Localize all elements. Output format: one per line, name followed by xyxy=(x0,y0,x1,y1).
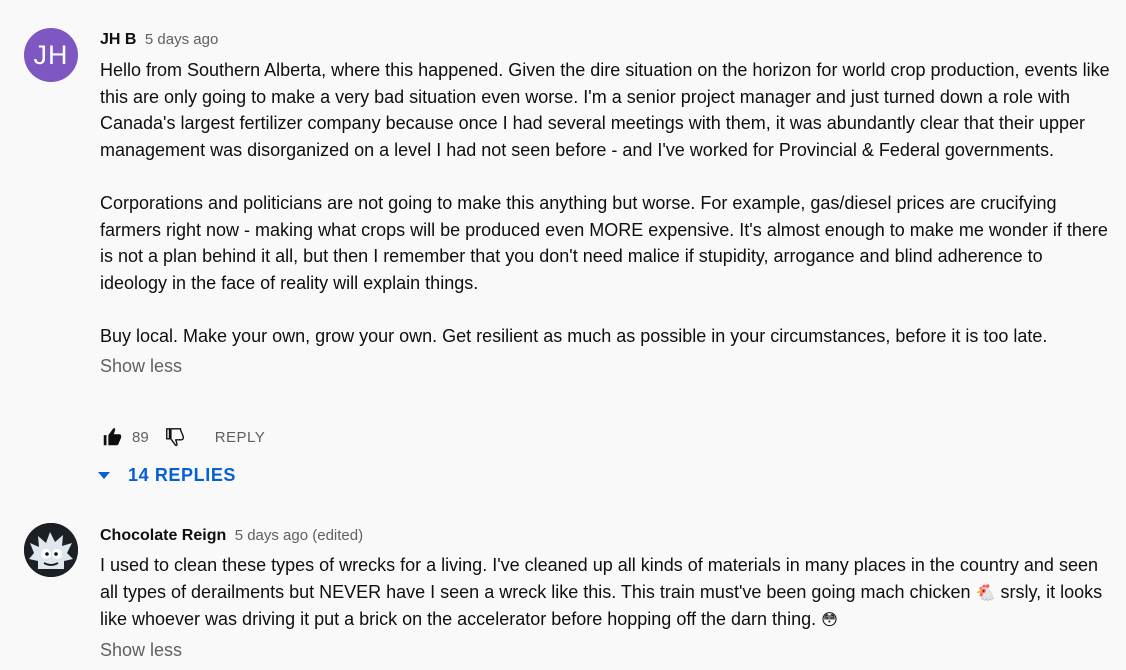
comment-body: JH B 5 days ago Hello from Southern Albe… xyxy=(100,29,1110,377)
avatar[interactable]: JH xyxy=(24,28,78,82)
flushed-face-emoji-icon: 😳 xyxy=(821,610,838,630)
reply-button[interactable]: REPLY xyxy=(215,429,266,446)
comment-text: I used to clean these types of wrecks fo… xyxy=(100,555,1098,602)
comment-body: Chocolate Reign 5 days ago (edited) I us… xyxy=(100,525,1110,661)
thumbs-up-filled-icon xyxy=(103,428,122,446)
comment-actions: 89 REPLY xyxy=(100,425,265,449)
show-less-button[interactable]: Show less xyxy=(100,640,182,661)
comment-paragraph: Buy local. Make your own, grow your own.… xyxy=(100,325,1048,346)
avatar[interactable] xyxy=(24,523,78,577)
chicken-emoji-icon: 🐔 xyxy=(975,582,996,602)
author-name[interactable]: Chocolate Reign xyxy=(100,527,226,544)
caret-down-icon xyxy=(98,472,110,479)
comments-section: JH JH B 5 days ago Hello from Southern A… xyxy=(0,0,1126,670)
comment-timestamp[interactable]: 5 days ago (edited) xyxy=(235,527,363,544)
comment-paragraph: Corporations and politicians are not goi… xyxy=(100,192,1108,293)
comment-header: JH B 5 days ago xyxy=(100,29,1110,51)
view-replies-button[interactable]: 14 REPLIES xyxy=(96,461,236,489)
dislike-button[interactable] xyxy=(163,425,187,449)
like-count: 89 xyxy=(132,428,149,446)
author-name[interactable]: JH B xyxy=(100,31,136,48)
comment-paragraph: I used to clean these types of wrecks fo… xyxy=(100,552,1110,634)
replies-count-label: 14 REPLIES xyxy=(128,464,237,485)
comment-paragraph: Hello from Southern Alberta, where this … xyxy=(100,60,1110,160)
like-button[interactable] xyxy=(100,425,124,449)
cartoon-face-avatar-icon xyxy=(24,523,78,577)
avatar-initials: JH xyxy=(33,40,69,70)
show-less-button[interactable]: Show less xyxy=(100,356,182,377)
thumbs-down-outline-icon xyxy=(165,428,184,447)
comment-header: Chocolate Reign 5 days ago (edited) xyxy=(100,525,1110,547)
comment-timestamp[interactable]: 5 days ago xyxy=(145,31,218,48)
